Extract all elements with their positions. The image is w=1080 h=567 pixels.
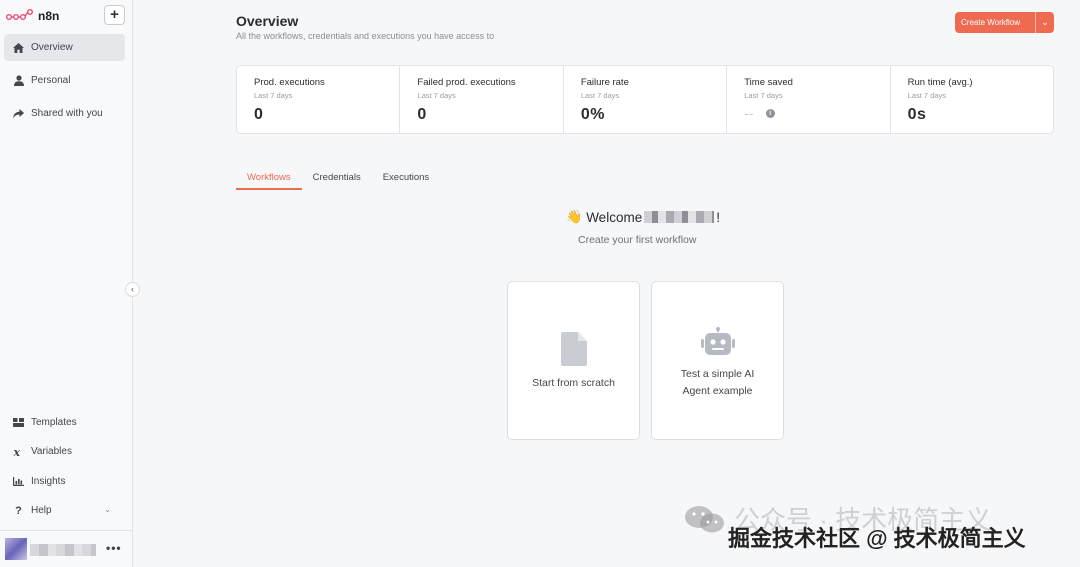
home-icon	[12, 41, 25, 54]
sidebar-item-label: Help	[31, 505, 52, 516]
stat-value: 0%	[580, 106, 605, 123]
robot-icon	[700, 327, 735, 355]
sidebar-item-variables[interactable]: x Variables	[4, 438, 125, 465]
sidebar-item-label: Templates	[31, 417, 77, 428]
chevron-down-icon: ⌄	[104, 505, 111, 514]
card-label-line2: Agent example	[682, 385, 753, 397]
stat-title: Failed prod. executions	[417, 77, 516, 88]
welcome-prefix: Welcome	[586, 209, 643, 225]
chevron-down-icon[interactable]: ⌄	[1036, 17, 1054, 28]
sidebar-item-label: Shared with you	[31, 108, 103, 119]
wechat-logo-icon	[685, 505, 724, 532]
page-title: Overview	[236, 13, 299, 29]
file-icon	[560, 332, 587, 366]
chart-icon	[12, 475, 25, 488]
create-workflow-label: Create Workflow	[961, 18, 1020, 27]
collapse-sidebar-button[interactable]: ‹	[125, 282, 140, 297]
stat-value: 0s	[907, 106, 927, 123]
sidebar-item-label: Variables	[31, 446, 72, 457]
chevron-left-icon: ‹	[131, 284, 134, 294]
sidebar-item-help[interactable]: ? Help ⌄	[4, 497, 125, 524]
sidebar-item-templates[interactable]: Templates	[4, 409, 125, 436]
tab-executions[interactable]: Executions	[372, 170, 440, 190]
sidebar-item-personal[interactable]: Personal	[4, 67, 125, 94]
welcome-heading: 👋 Welcome !	[566, 209, 720, 225]
sidebar-item-overview[interactable]: Overview	[4, 34, 125, 61]
stat-title: Time saved	[744, 77, 793, 88]
stat-period: Last 7 days	[907, 91, 946, 100]
watermark-juejin: 掘金技术社区 @ 技术极简主义	[728, 526, 1026, 551]
avatar	[5, 538, 27, 560]
user-name-redacted	[644, 211, 715, 223]
stat-title: Prod. executions	[254, 77, 325, 88]
stat-value: 0	[417, 106, 427, 123]
sidebar-item-label: Insights	[31, 476, 66, 487]
user-icon	[12, 74, 25, 87]
stat-period: Last 7 days	[254, 91, 293, 100]
app-name: n8n	[38, 9, 60, 23]
stat-title: Run time (avg.)	[907, 77, 973, 88]
user-name-redacted	[30, 544, 96, 556]
stats-panel: Prod. executions Last 7 days 0 Failed pr…	[236, 65, 1054, 134]
share-icon	[12, 107, 25, 120]
stat-failure-rate[interactable]: Failure rate Last 7 days 0%	[564, 66, 728, 133]
variable-icon: x	[12, 445, 25, 458]
stat-period: Last 7 days	[744, 91, 783, 100]
stat-title: Failure rate	[580, 77, 629, 88]
templates-icon	[12, 416, 25, 429]
sidebar-item-label: Personal	[31, 75, 71, 86]
tab-bar: Workflows Credentials Executions	[236, 170, 440, 190]
stat-period: Last 7 days	[417, 91, 456, 100]
stat-run-time[interactable]: Run time (avg.) Last 7 days 0s	[891, 66, 1053, 133]
svg-text:x: x	[13, 447, 21, 457]
sidebar-item-label: Overview	[31, 42, 73, 53]
welcome-subtitle: Create your first workflow	[578, 234, 697, 246]
stat-time-saved[interactable]: Time saved Last 7 days -- i	[727, 66, 891, 133]
add-button[interactable]: +	[104, 5, 125, 25]
create-workflow-button[interactable]: Create Workflow ⌄	[955, 12, 1054, 33]
page-subtitle: All the workflows, credentials and execu…	[236, 31, 495, 41]
wave-emoji: 👋	[566, 209, 583, 224]
sidebar-item-insights[interactable]: Insights	[4, 468, 125, 495]
tab-credentials[interactable]: Credentials	[302, 170, 372, 190]
stat-prod-executions[interactable]: Prod. executions Last 7 days 0	[237, 66, 401, 133]
stat-failed-executions[interactable]: Failed prod. executions Last 7 days 0	[400, 66, 564, 133]
ai-agent-example-card[interactable]: Test a simple AI Agent example	[651, 281, 784, 440]
start-from-scratch-card[interactable]: Start from scratch	[507, 281, 640, 440]
user-row[interactable]: •••	[0, 530, 133, 567]
sidebar: n8n + Overview Personal Shared with you …	[0, 0, 133, 567]
stat-value-row: -- i	[744, 106, 889, 121]
more-options-button[interactable]: •••	[106, 541, 122, 555]
n8n-logo-icon	[6, 9, 34, 20]
sidebar-item-shared[interactable]: Shared with you	[4, 100, 125, 127]
stat-period: Last 7 days	[580, 91, 620, 100]
logo-row: n8n +	[6, 5, 126, 27]
stat-value: 0	[254, 106, 264, 123]
card-label-line1: Test a simple AI	[680, 368, 755, 380]
card-label: Start from scratch	[532, 377, 615, 389]
welcome-suffix: !	[716, 209, 720, 225]
info-icon[interactable]: i	[765, 109, 775, 118]
help-icon: ?	[15, 504, 22, 517]
tab-workflows[interactable]: Workflows	[236, 170, 302, 190]
stat-value: --	[744, 106, 754, 121]
